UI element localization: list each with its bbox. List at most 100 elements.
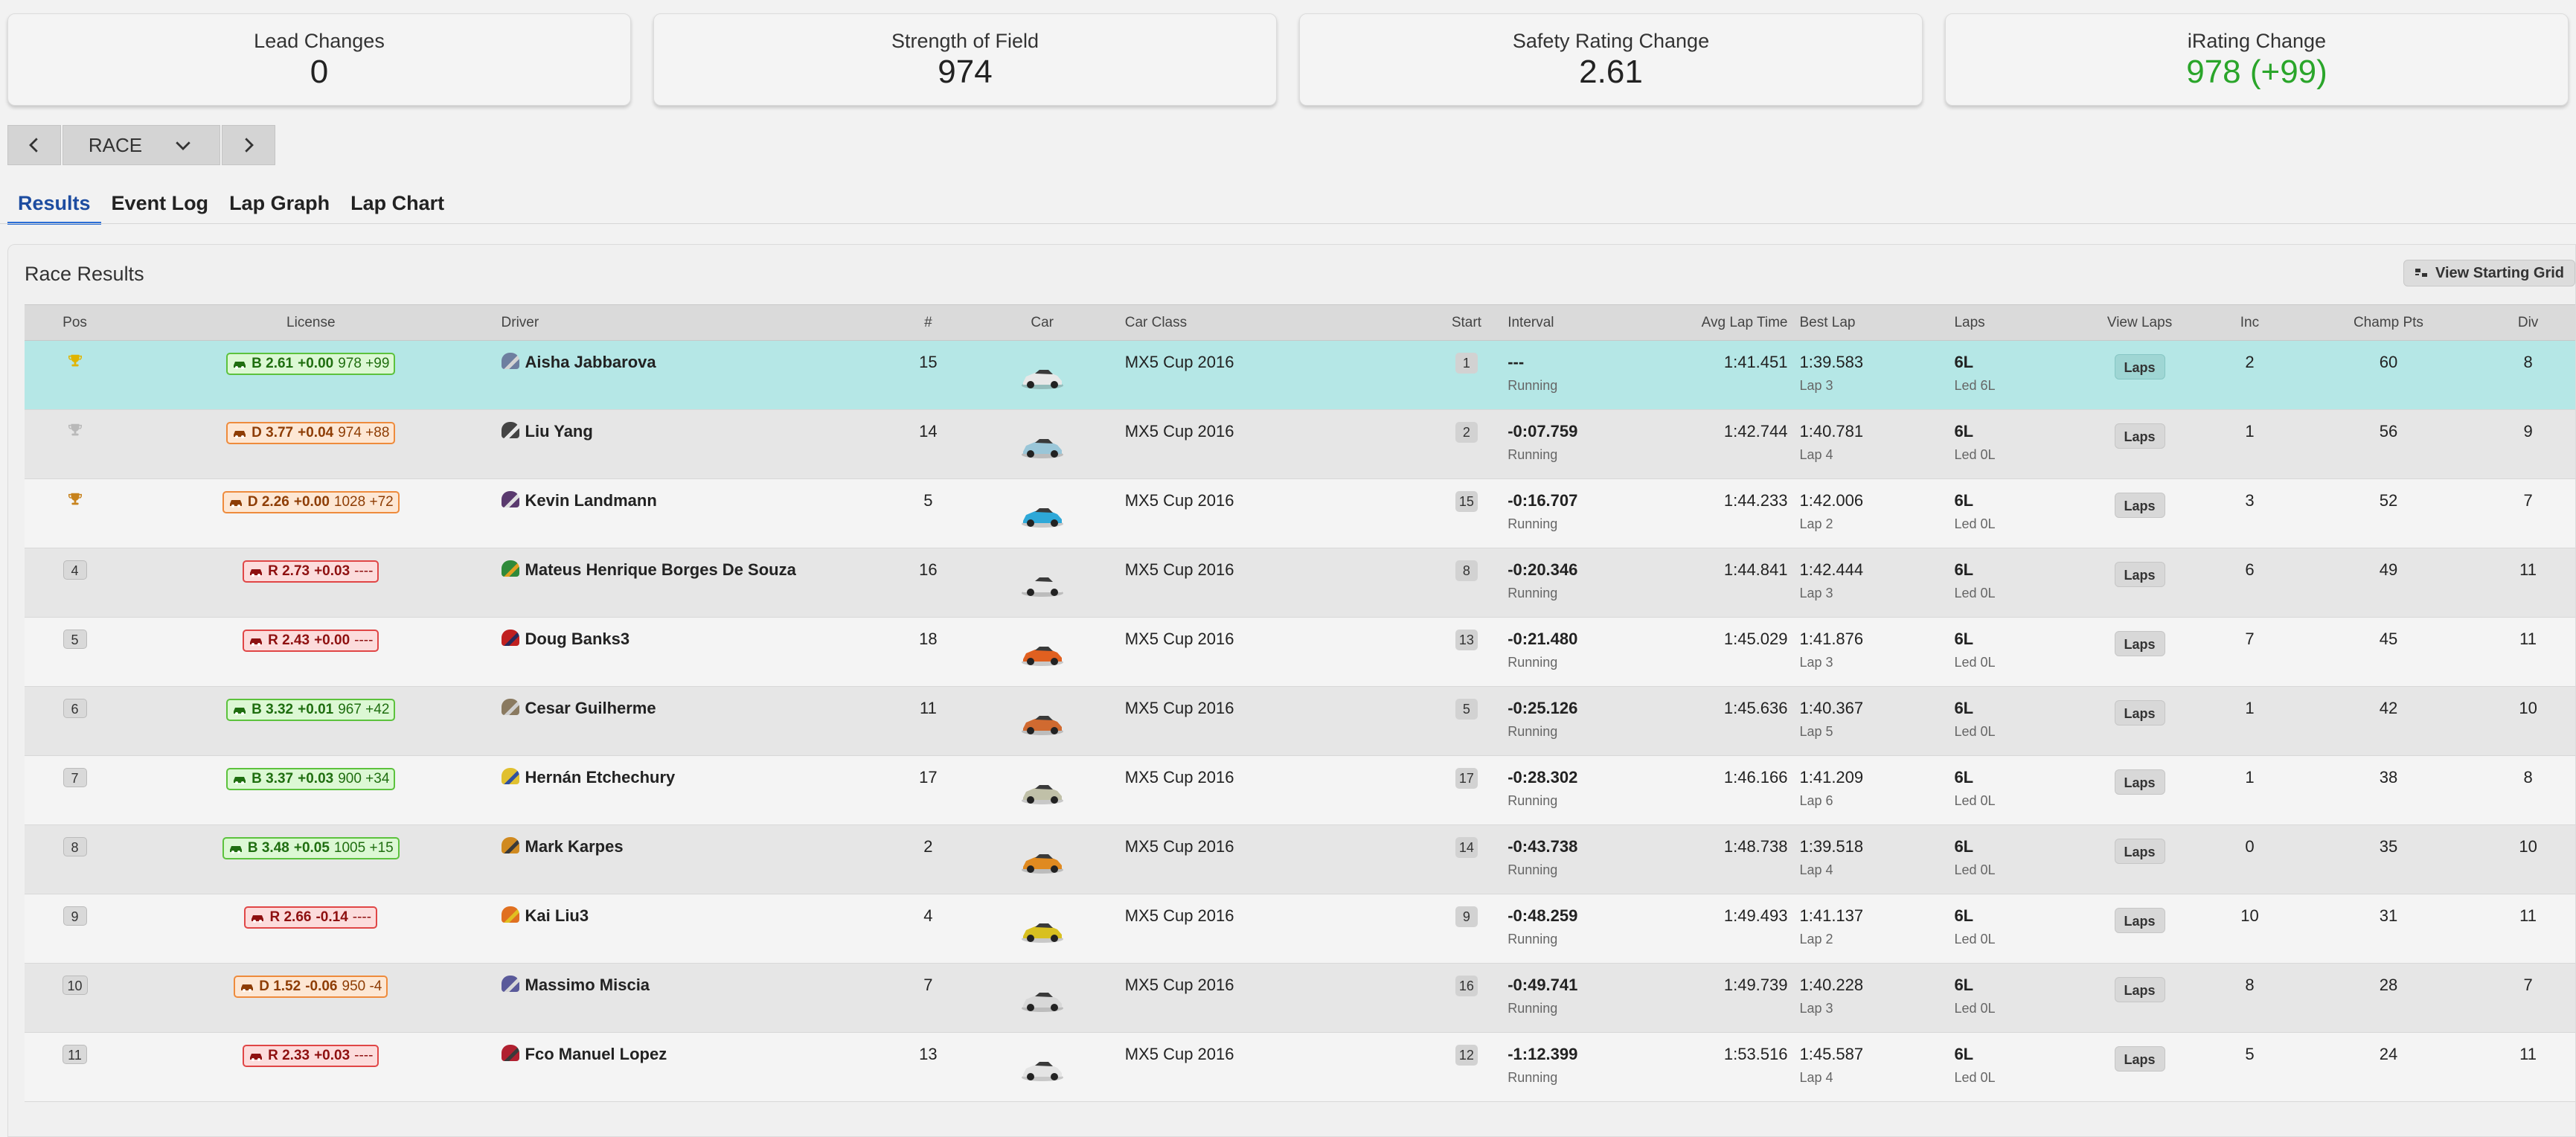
view-laps-button[interactable]: Laps (2114, 700, 2165, 726)
license-cell: R 2.66 -0.14 ---- (125, 894, 496, 964)
tab-lap-graph[interactable]: Lap Graph (219, 188, 340, 225)
best-lap-number: Lap 4 (1799, 447, 1833, 462)
driver-cell: Doug Banks3 (497, 618, 893, 687)
avg-lap-time: 1:49.493 (1723, 906, 1788, 925)
col-pos[interactable]: Pos (25, 305, 125, 341)
laps-completed: 6L (1954, 837, 1974, 856)
view-laps-cell: Laps (2077, 894, 2202, 964)
col-driver[interactable]: Driver (497, 305, 893, 341)
previous-session-button[interactable] (7, 125, 61, 165)
view-laps-button[interactable]: Laps (2114, 1046, 2165, 1072)
driver-name[interactable]: Aisha Jabbarova (525, 353, 656, 372)
interval-cell: --- Running (1503, 341, 1694, 410)
license-badge: R 2.33 +0.03 ---- (243, 1045, 379, 1067)
driver-cell: Kevin Landmann (497, 479, 893, 548)
session-select[interactable]: RACE (63, 125, 220, 165)
table-row[interactable]: 9 R 2.66 -0.14 ---- Kai Liu3 4 MX5 Cup 2… (25, 894, 2575, 964)
next-session-button[interactable] (222, 125, 275, 165)
champ-points: 42 (2379, 699, 2398, 717)
trophy-icon (68, 354, 82, 367)
driver-name[interactable]: Hernán Etchechury (525, 768, 676, 787)
view-laps-button[interactable]: Laps (2114, 562, 2165, 587)
table-row[interactable]: D 2.26 +0.00 1028 +72 Kevin Landmann 5 M… (25, 478, 2575, 548)
division: 9 (2523, 422, 2533, 441)
col-inc[interactable]: Inc (2202, 305, 2298, 341)
driver-name[interactable]: Doug Banks3 (525, 630, 630, 649)
table-row[interactable]: 10 D 1.52 -0.06 950 -4 Massimo Miscia 7 (25, 963, 2575, 1033)
view-laps-button[interactable]: Laps (2114, 977, 2165, 1002)
tab-results[interactable]: Results (7, 188, 101, 225)
table-row[interactable]: 4 R 2.73 +0.03 ---- Mateus Henrique Borg… (25, 548, 2575, 618)
col-car-class[interactable]: Car Class (1121, 305, 1430, 341)
stat-lead-changes: Lead Changes 0 (7, 13, 631, 106)
driver-name[interactable]: Liu Yang (525, 422, 593, 441)
table-row[interactable]: 7 B 3.37 +0.03 900 +34 Hernán Etchechury… (25, 755, 2575, 825)
table-row[interactable]: 11 R 2.33 +0.03 ---- Fco Manuel Lopez 13 (25, 1032, 2575, 1102)
view-laps-button[interactable]: Laps (2114, 908, 2165, 933)
table-row[interactable]: 6 B 3.32 +0.01 967 +42 Cesar Guilherme 1… (25, 686, 2575, 756)
car-image-icon (1021, 577, 1063, 597)
license-sr: R 2.43 (268, 632, 310, 648)
view-laps-cell: Laps (2077, 1033, 2202, 1102)
col-number[interactable]: # (892, 305, 964, 341)
stats-bar: Lead Changes 0 Strength of Field 974 Saf… (7, 13, 2569, 106)
table-row[interactable]: 5 R 2.43 +0.00 ---- Doug Banks3 18 MX5 C… (25, 617, 2575, 687)
view-laps-button[interactable]: Laps (2114, 769, 2165, 795)
view-laps-button[interactable]: Laps (2114, 631, 2165, 656)
start-cell: 17 (1430, 756, 1504, 825)
helmet-icon (501, 699, 519, 715)
car-image-icon (1021, 785, 1063, 804)
driver-name[interactable]: Kai Liu3 (525, 906, 589, 926)
col-start[interactable]: Start (1430, 305, 1504, 341)
best-lap-time: 1:41.137 (1799, 906, 1864, 925)
champ-points: 56 (2379, 422, 2398, 441)
interval-value: -0:07.759 (1508, 422, 1578, 441)
col-license[interactable]: License (125, 305, 496, 341)
status-text: Running (1508, 655, 1558, 670)
view-laps-button[interactable]: Laps (2114, 493, 2165, 518)
col-champ-pts[interactable]: Champ Pts (2298, 305, 2479, 341)
chevron-left-icon (29, 138, 38, 153)
table-row[interactable]: B 2.61 +0.00 978 +99 Aisha Jabbarova 15 … (25, 340, 2575, 410)
view-starting-grid-button[interactable]: View Starting Grid (2403, 260, 2575, 286)
driver-name[interactable]: Kevin Landmann (525, 491, 657, 510)
license-sr-change: +0.00 (314, 632, 350, 648)
col-avg-lap-time[interactable]: Avg Lap Time (1694, 305, 1795, 341)
table-row[interactable]: D 3.77 +0.04 974 +88 Liu Yang 14 MX5 Cup… (25, 409, 2575, 479)
driver-name[interactable]: Mateus Henrique Borges De Souza (525, 560, 796, 580)
best-lap-number: Lap 6 (1799, 793, 1833, 808)
driver-name[interactable]: Massimo Miscia (525, 976, 650, 995)
table-row[interactable]: 8 B 3.48 +0.05 1005 +15 Mark Karpes 2 MX… (25, 824, 2575, 894)
view-laps-button[interactable]: Laps (2114, 839, 2165, 864)
tab-event-log[interactable]: Event Log (101, 188, 220, 225)
col-div[interactable]: Div (2479, 305, 2575, 341)
driver-name[interactable]: Mark Karpes (525, 837, 624, 856)
col-best-lap[interactable]: Best Lap (1795, 305, 1950, 341)
position-badge: 7 (63, 768, 87, 787)
laps-cell: 6L Led 0L (1949, 825, 2077, 894)
col-laps[interactable]: Laps (1949, 305, 2077, 341)
avg-lap-time: 1:44.233 (1723, 491, 1788, 510)
driver-cell: Liu Yang (497, 410, 893, 479)
view-laps-button[interactable]: Laps (2114, 354, 2165, 379)
session-select-label: RACE (88, 133, 143, 156)
view-laps-button[interactable]: Laps (2114, 423, 2165, 449)
driver-name[interactable]: Fco Manuel Lopez (525, 1045, 667, 1064)
col-car[interactable]: Car (964, 305, 1121, 341)
tab-lap-chart[interactable]: Lap Chart (340, 188, 455, 225)
license-badge: B 2.61 +0.00 978 +99 (226, 353, 396, 375)
car-icon (234, 708, 246, 715)
license-sr-change: +0.00 (293, 494, 330, 510)
position-badge: 10 (62, 976, 88, 995)
start-position-badge: 8 (1455, 560, 1478, 581)
position-badge: 9 (63, 906, 87, 926)
interval-cell: -0:16.707 Running (1503, 479, 1694, 548)
best-lap-time: 1:41.876 (1799, 630, 1864, 648)
license-badge: D 1.52 -0.06 950 -4 (234, 976, 388, 998)
view-laps-cell: Laps (2077, 479, 2202, 548)
driver-cell: Kai Liu3 (497, 894, 893, 964)
driver-name[interactable]: Cesar Guilherme (525, 699, 656, 718)
license-sr-change: +0.05 (293, 840, 330, 856)
stat-label: iRating Change (2187, 30, 2327, 52)
col-interval[interactable]: Interval (1503, 305, 1694, 341)
